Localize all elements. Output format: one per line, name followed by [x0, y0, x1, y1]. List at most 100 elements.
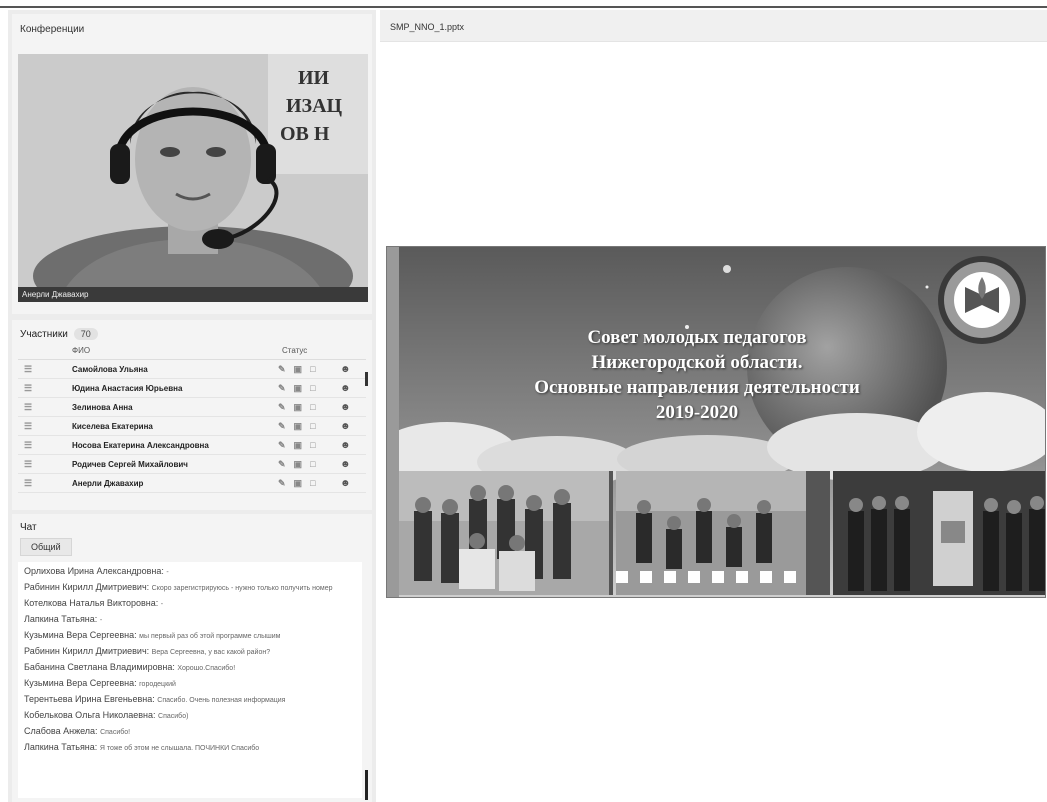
participant-row[interactable]: ☰ Анерли Джавахир ✎ ▣ □ ☻	[18, 474, 366, 493]
svg-text:ИИ: ИИ	[298, 67, 330, 89]
group-photo-1	[399, 471, 613, 595]
participant-status: ✎ ▣ □	[278, 478, 332, 489]
participants-count-badge: 70	[73, 328, 98, 340]
chat-message: Лапкина Татьяна: Я тоже об этом не слыша…	[24, 742, 356, 754]
chat-author: Рабинин Кирилл Дмитриевич:	[24, 582, 150, 592]
document-title-bar: SMP_NNO_1.pptx	[380, 10, 1047, 42]
participant-name: Носова Екатерина Александровна	[72, 440, 209, 450]
slide-title-line1: Совет молодых педагогов	[587, 327, 807, 348]
chat-text: Спасибо)	[158, 713, 189, 720]
chat-author: Кузьмина Вера Сергеевна:	[24, 630, 137, 640]
camera-icon[interactable]: ▣	[294, 440, 303, 451]
row-menu-icon[interactable]: ☰	[24, 421, 38, 432]
chat-text: -	[166, 569, 169, 576]
slide-title-line2: Нижегородской области.	[591, 352, 803, 373]
participant-row[interactable]: ☰ Самойлова Ульяна ✎ ▣ □ ☻	[18, 360, 366, 379]
chat-text: городецкий	[139, 681, 176, 688]
screen-icon[interactable]: □	[310, 459, 315, 470]
participant-row[interactable]: ☰ Зелинова Анна ✎ ▣ □ ☻	[18, 398, 366, 417]
conference-panel: Конференции ИИ ИЗАЦ ОВ Н Анерли Джавахир	[12, 14, 372, 314]
chat-text: Вера Сергеевна, у вас какой район?	[151, 649, 271, 656]
microphone-icon[interactable]: ✎	[278, 383, 286, 394]
chat-message: Рабинин Кирилл Дмитриевич: Вера Сергеевн…	[24, 646, 356, 658]
participant-row[interactable]: ☰ Носова Екатерина Александровна ✎ ▣ □ ☻	[18, 436, 366, 455]
microphone-icon[interactable]: ✎	[278, 421, 286, 432]
participant-row[interactable]: ☰ Киселева Екатерина ✎ ▣ □ ☻	[18, 417, 366, 436]
chat-author: Котелкова Наталья Викторовна:	[24, 598, 159, 608]
chat-title: Чат	[20, 522, 37, 533]
slide-title: Совет молодых педагогов Нижегородской об…	[447, 325, 947, 425]
svg-text:ОВ Н: ОВ Н	[280, 123, 330, 145]
screen-icon[interactable]: □	[310, 383, 315, 394]
chat-scrollbar[interactable]	[365, 770, 368, 800]
person-icon[interactable]: ☻	[340, 364, 351, 375]
slide-photos	[399, 471, 1045, 595]
participant-status: ✎ ▣ □	[278, 421, 332, 432]
slide-title-line4: 2019-2020	[655, 402, 739, 423]
chat-message: Орлихова Ирина Александровна: -	[24, 566, 356, 578]
document-file-name: SMP_NNO_1.pptx	[390, 22, 465, 32]
camera-icon[interactable]: ▣	[294, 402, 303, 413]
chat-text: Скоро зарегистрируюсь - нужно только пол…	[151, 585, 333, 592]
group-photo-2	[616, 471, 830, 595]
microphone-icon[interactable]: ✎	[278, 402, 286, 413]
participants-title: Участники	[20, 328, 68, 340]
row-menu-icon[interactable]: ☰	[24, 383, 38, 394]
row-menu-icon[interactable]: ☰	[24, 364, 38, 375]
participant-row[interactable]: ☰ Юдина Анастасия Юрьевна ✎ ▣ □ ☻	[18, 379, 366, 398]
microphone-icon[interactable]: ✎	[278, 440, 286, 451]
participant-row[interactable]: ☰ Родичев Сергей Михайлович ✎ ▣ □ ☻	[18, 455, 366, 474]
svg-text:ИЗАЦ: ИЗАЦ	[286, 95, 343, 117]
person-icon[interactable]: ☻	[340, 459, 351, 470]
row-menu-icon[interactable]: ☰	[24, 478, 38, 489]
left-sidebar: Конференции ИИ ИЗАЦ ОВ Н Анерли Джавахир…	[8, 10, 376, 802]
microphone-icon[interactable]: ✎	[278, 459, 286, 470]
chat-message: Кузьмина Вера Сергеевна: мы первый раз о…	[24, 630, 356, 642]
video-feed[interactable]: ИИ ИЗАЦ ОВ Н Анерли Джавахир	[18, 54, 368, 302]
tab-general[interactable]: Общий	[20, 538, 72, 556]
microphone-icon[interactable]: ✎	[278, 478, 286, 489]
chat-messages: Орлихова Ирина Александровна: - Рабинин К…	[18, 562, 362, 798]
participants-scrollbar[interactable]	[365, 372, 368, 386]
chat-author: Терентьева Ирина Евгеньевна:	[24, 694, 155, 704]
camera-icon[interactable]: ▣	[294, 478, 303, 489]
camera-icon[interactable]: ▣	[294, 459, 303, 470]
chat-text: Я тоже об этом не слышала. ПОЧИНКИ Спаси…	[99, 745, 260, 752]
screen-icon[interactable]: □	[310, 478, 315, 489]
person-icon[interactable]: ☻	[340, 383, 351, 394]
column-status: Статус	[282, 346, 308, 355]
screen-icon[interactable]: □	[310, 364, 315, 375]
participant-name: Юдина Анастасия Юрьевна	[72, 383, 183, 393]
chat-message: Кобелькова Ольга Николаевна: Спасибо)	[24, 710, 356, 722]
person-icon[interactable]: ☻	[340, 440, 351, 451]
group-photo-3-image	[833, 471, 1045, 595]
chat-author: Слабова Анжела:	[24, 726, 98, 736]
camera-icon[interactable]: ▣	[294, 383, 303, 394]
chat-message: Котелкова Наталья Викторовна: -	[24, 598, 356, 610]
camera-icon[interactable]: ▣	[294, 421, 303, 432]
person-icon[interactable]: ☻	[340, 402, 351, 413]
presentation-slide[interactable]: Совет молодых педагогов Нижегородской об…	[386, 246, 1046, 598]
camera-icon[interactable]: ▣	[294, 364, 303, 375]
row-menu-icon[interactable]: ☰	[24, 402, 38, 413]
chat-author: Лапкина Татьяна:	[24, 614, 98, 624]
row-menu-icon[interactable]: ☰	[24, 459, 38, 470]
person-icon[interactable]: ☻	[340, 421, 351, 432]
participant-name: Самойлова Ульяна	[72, 364, 148, 374]
chat-author: Орлихова Ирина Александровна:	[24, 566, 164, 576]
conference-title: Конференции	[20, 24, 85, 35]
chat-author: Рабинин Кирилл Дмитриевич:	[24, 646, 150, 656]
participant-status: ✎ ▣ □	[278, 440, 332, 451]
person-icon[interactable]: ☻	[340, 478, 351, 489]
screen-icon[interactable]: □	[310, 402, 315, 413]
row-menu-icon[interactable]: ☰	[24, 440, 38, 451]
screen-icon[interactable]: □	[310, 421, 315, 432]
participants-header: Участники 70	[12, 320, 372, 344]
screen-icon[interactable]: □	[310, 440, 315, 451]
chat-message: Лапкина Татьяна: -	[24, 614, 356, 626]
participant-name: Киселева Екатерина	[72, 421, 153, 431]
chat-text: Хорошо.Спасибо!	[177, 665, 236, 672]
chat-text: Спасибо. Очень полезная информация	[157, 697, 286, 704]
participants-panel: Участники 70 ФИО Статус ☰ Самойлова Ульян…	[12, 320, 372, 510]
microphone-icon[interactable]: ✎	[278, 364, 286, 375]
